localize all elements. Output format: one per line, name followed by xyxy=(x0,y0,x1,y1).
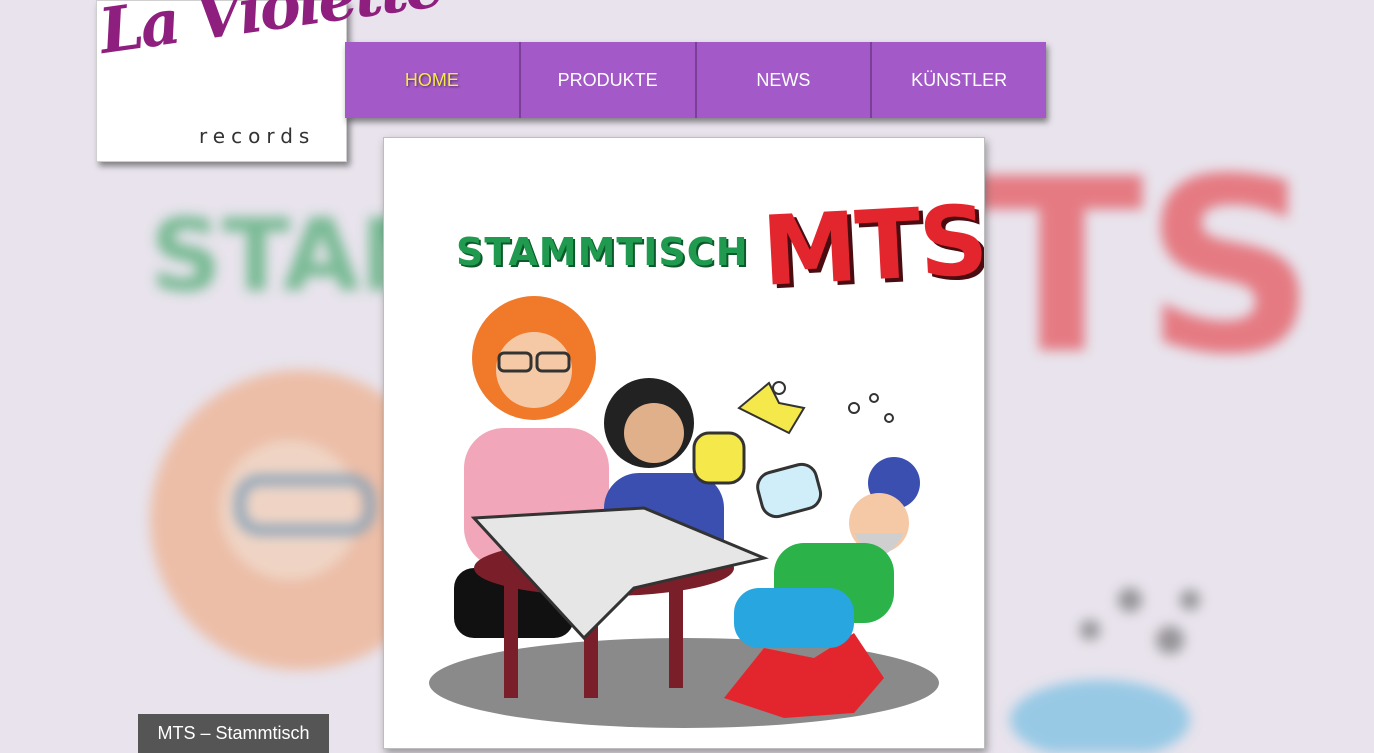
nav-item-produkte[interactable]: PRODUKTE xyxy=(521,42,697,118)
album-cover-card[interactable]: STAMMTISCH MTS xyxy=(383,137,985,749)
cover-title-stammtisch: STAMMTISCH xyxy=(456,230,749,274)
cover-title-mts: MTS xyxy=(759,184,985,308)
slide-caption: MTS – Stammtisch xyxy=(138,714,329,753)
brand-logo[interactable]: La Violette records xyxy=(95,0,446,162)
svg-text:TS: TS xyxy=(980,127,1317,407)
nav-item-kuenstler[interactable]: KÜNSTLER xyxy=(872,42,1046,118)
logo-sub-text: records xyxy=(199,124,316,148)
nav-item-news[interactable]: NEWS xyxy=(697,42,873,118)
main-nav: HOME PRODUKTE NEWS KÜNSTLER xyxy=(345,42,1046,118)
nav-item-home[interactable]: HOME xyxy=(345,42,521,118)
